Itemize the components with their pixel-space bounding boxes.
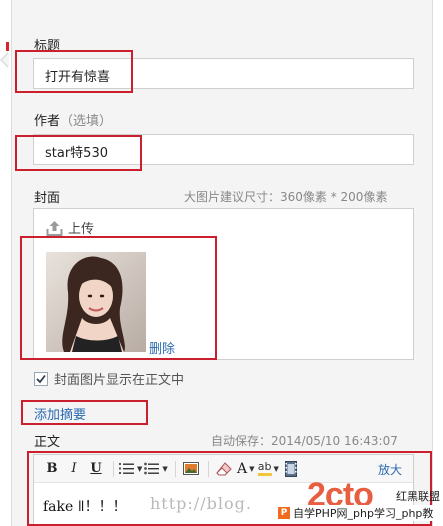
eraser-icon: [216, 461, 232, 475]
author-label: 作者（选填）: [34, 110, 112, 129]
insert-image-button[interactable]: [181, 458, 201, 480]
show-cover-label: 封面图片显示在正文中: [54, 373, 185, 388]
unordered-list-icon: [144, 462, 160, 475]
image-icon: [182, 462, 199, 475]
italic-button[interactable]: I: [64, 458, 84, 480]
author-input[interactable]: star特530: [33, 134, 414, 165]
font-color-label: A: [237, 460, 248, 477]
delete-cover-link[interactable]: 删除: [149, 338, 175, 357]
chevron-down-icon: ▼: [162, 464, 168, 473]
zoom-button[interactable]: 放大: [378, 461, 402, 478]
checkbox-check-icon: [36, 374, 46, 383]
video-icon: [284, 460, 297, 477]
watermark-url: http://blog.: [150, 494, 252, 513]
chevron-down-icon: ▼: [273, 464, 279, 473]
underline-button[interactable]: U: [86, 458, 106, 480]
editor-body-text[interactable]: fake ǁ！！！: [43, 496, 127, 516]
chevron-down-icon: ▼: [137, 464, 143, 473]
cover-upload-area: 上传 删除: [33, 208, 414, 360]
highlight-icon: ab: [257, 461, 272, 476]
highlight-button[interactable]: ab ▼: [257, 458, 279, 480]
chevron-down-icon: ▼: [249, 464, 255, 473]
cover-thumbnail: [46, 252, 146, 352]
watermark-bar: P 自学PHP网_php学习_php教: [276, 505, 443, 521]
author-optional-hint: （选填）: [60, 114, 113, 129]
upload-button[interactable]: 上传: [46, 218, 94, 237]
bold-button[interactable]: B: [42, 458, 62, 480]
cover-size-note: 大图片建议尺寸：360像素 * 200像素: [184, 190, 388, 204]
title-label: 标题: [34, 39, 61, 54]
active-indicator: [6, 42, 9, 51]
show-cover-in-body-option[interactable]: 封面图片显示在正文中: [34, 369, 184, 388]
clear-format-button[interactable]: [214, 458, 234, 480]
show-cover-checkbox[interactable]: [34, 371, 48, 386]
cover-label: 封面: [34, 191, 61, 206]
watermark-site-name: 红黑联盟: [396, 490, 440, 503]
upload-icon: [46, 220, 63, 236]
add-summary-link[interactable]: 添加摘要: [34, 404, 86, 423]
php-logo-icon: P: [278, 507, 290, 519]
unordered-list-button[interactable]: ▼: [144, 458, 168, 480]
font-color-button[interactable]: A ▼: [236, 458, 256, 480]
upload-label: 上传: [68, 222, 95, 237]
autosave-status: 自动保存：2014/05/10 16:43:07: [211, 434, 398, 448]
body-label: 正文: [34, 435, 61, 450]
author-label-text: 作者: [34, 114, 61, 129]
watermark-bar-text: 自学PHP网_php学习_php教: [293, 507, 434, 520]
ordered-list-button[interactable]: ▼: [119, 458, 142, 480]
insert-video-button[interactable]: [281, 458, 301, 480]
title-input[interactable]: 打开有惊喜: [33, 58, 414, 89]
ordered-list-icon: [119, 463, 134, 474]
